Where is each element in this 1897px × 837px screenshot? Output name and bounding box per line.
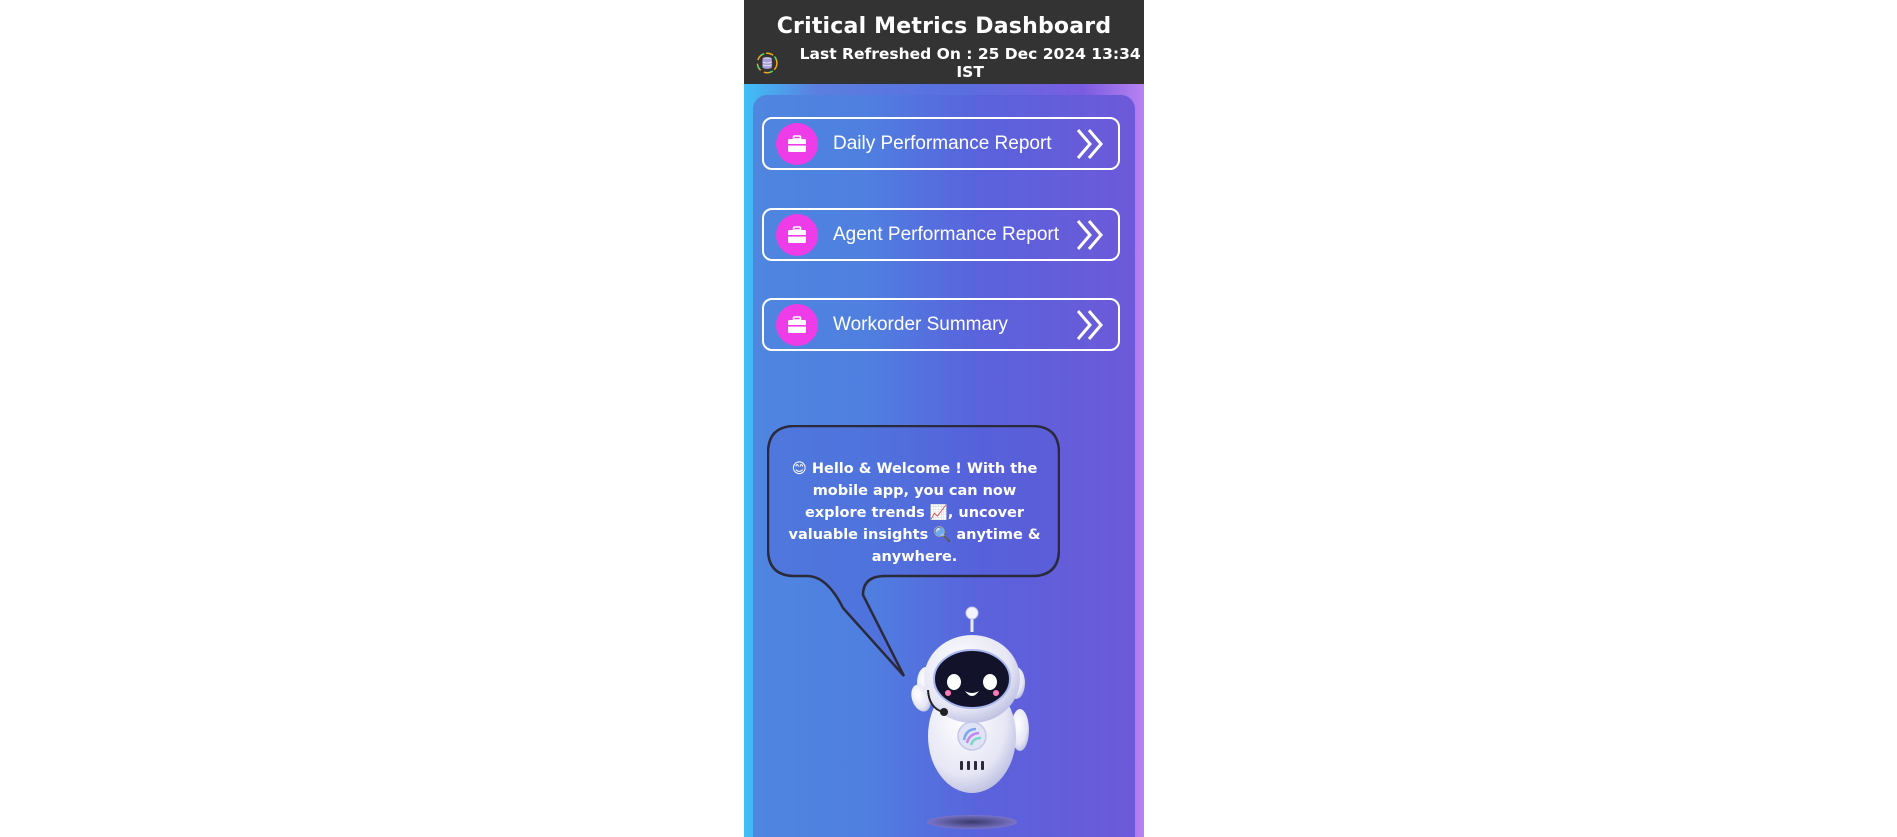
- report-label: Daily Performance Report: [833, 132, 1052, 154]
- agent-performance-report-button[interactable]: Agent Performance Report: [762, 208, 1120, 261]
- refresh-status: Last Refreshed On : 25 Dec 2024 13:34 IS…: [756, 45, 1144, 81]
- double-chevron-right-icon: [1076, 128, 1103, 159]
- briefcase-icon: [776, 122, 818, 165]
- daily-performance-report-button[interactable]: Daily Performance Report: [762, 117, 1120, 170]
- report-label: Workorder Summary: [833, 313, 1008, 335]
- page-title: Critical Metrics Dashboard: [776, 14, 1112, 39]
- header-bar: Critical Metrics Dashboard Last Refreshe…: [744, 0, 1144, 84]
- welcome-message: 😊 Hello & Welcome ! With the mobile app,…: [788, 461, 1041, 565]
- briefcase-icon: [776, 303, 818, 346]
- database-icon[interactable]: [756, 51, 778, 75]
- report-label: Agent Performance Report: [833, 223, 1060, 245]
- double-chevron-right-icon: [1076, 309, 1103, 340]
- briefcase-icon: [776, 213, 818, 256]
- last-refreshed-text: Last Refreshed On : 25 Dec 2024 13:34 IS…: [799, 45, 1141, 81]
- robot-mascot: [911, 606, 1029, 829]
- double-chevron-right-icon: [1076, 219, 1103, 250]
- workorder-summary-button[interactable]: Workorder Summary: [762, 298, 1120, 351]
